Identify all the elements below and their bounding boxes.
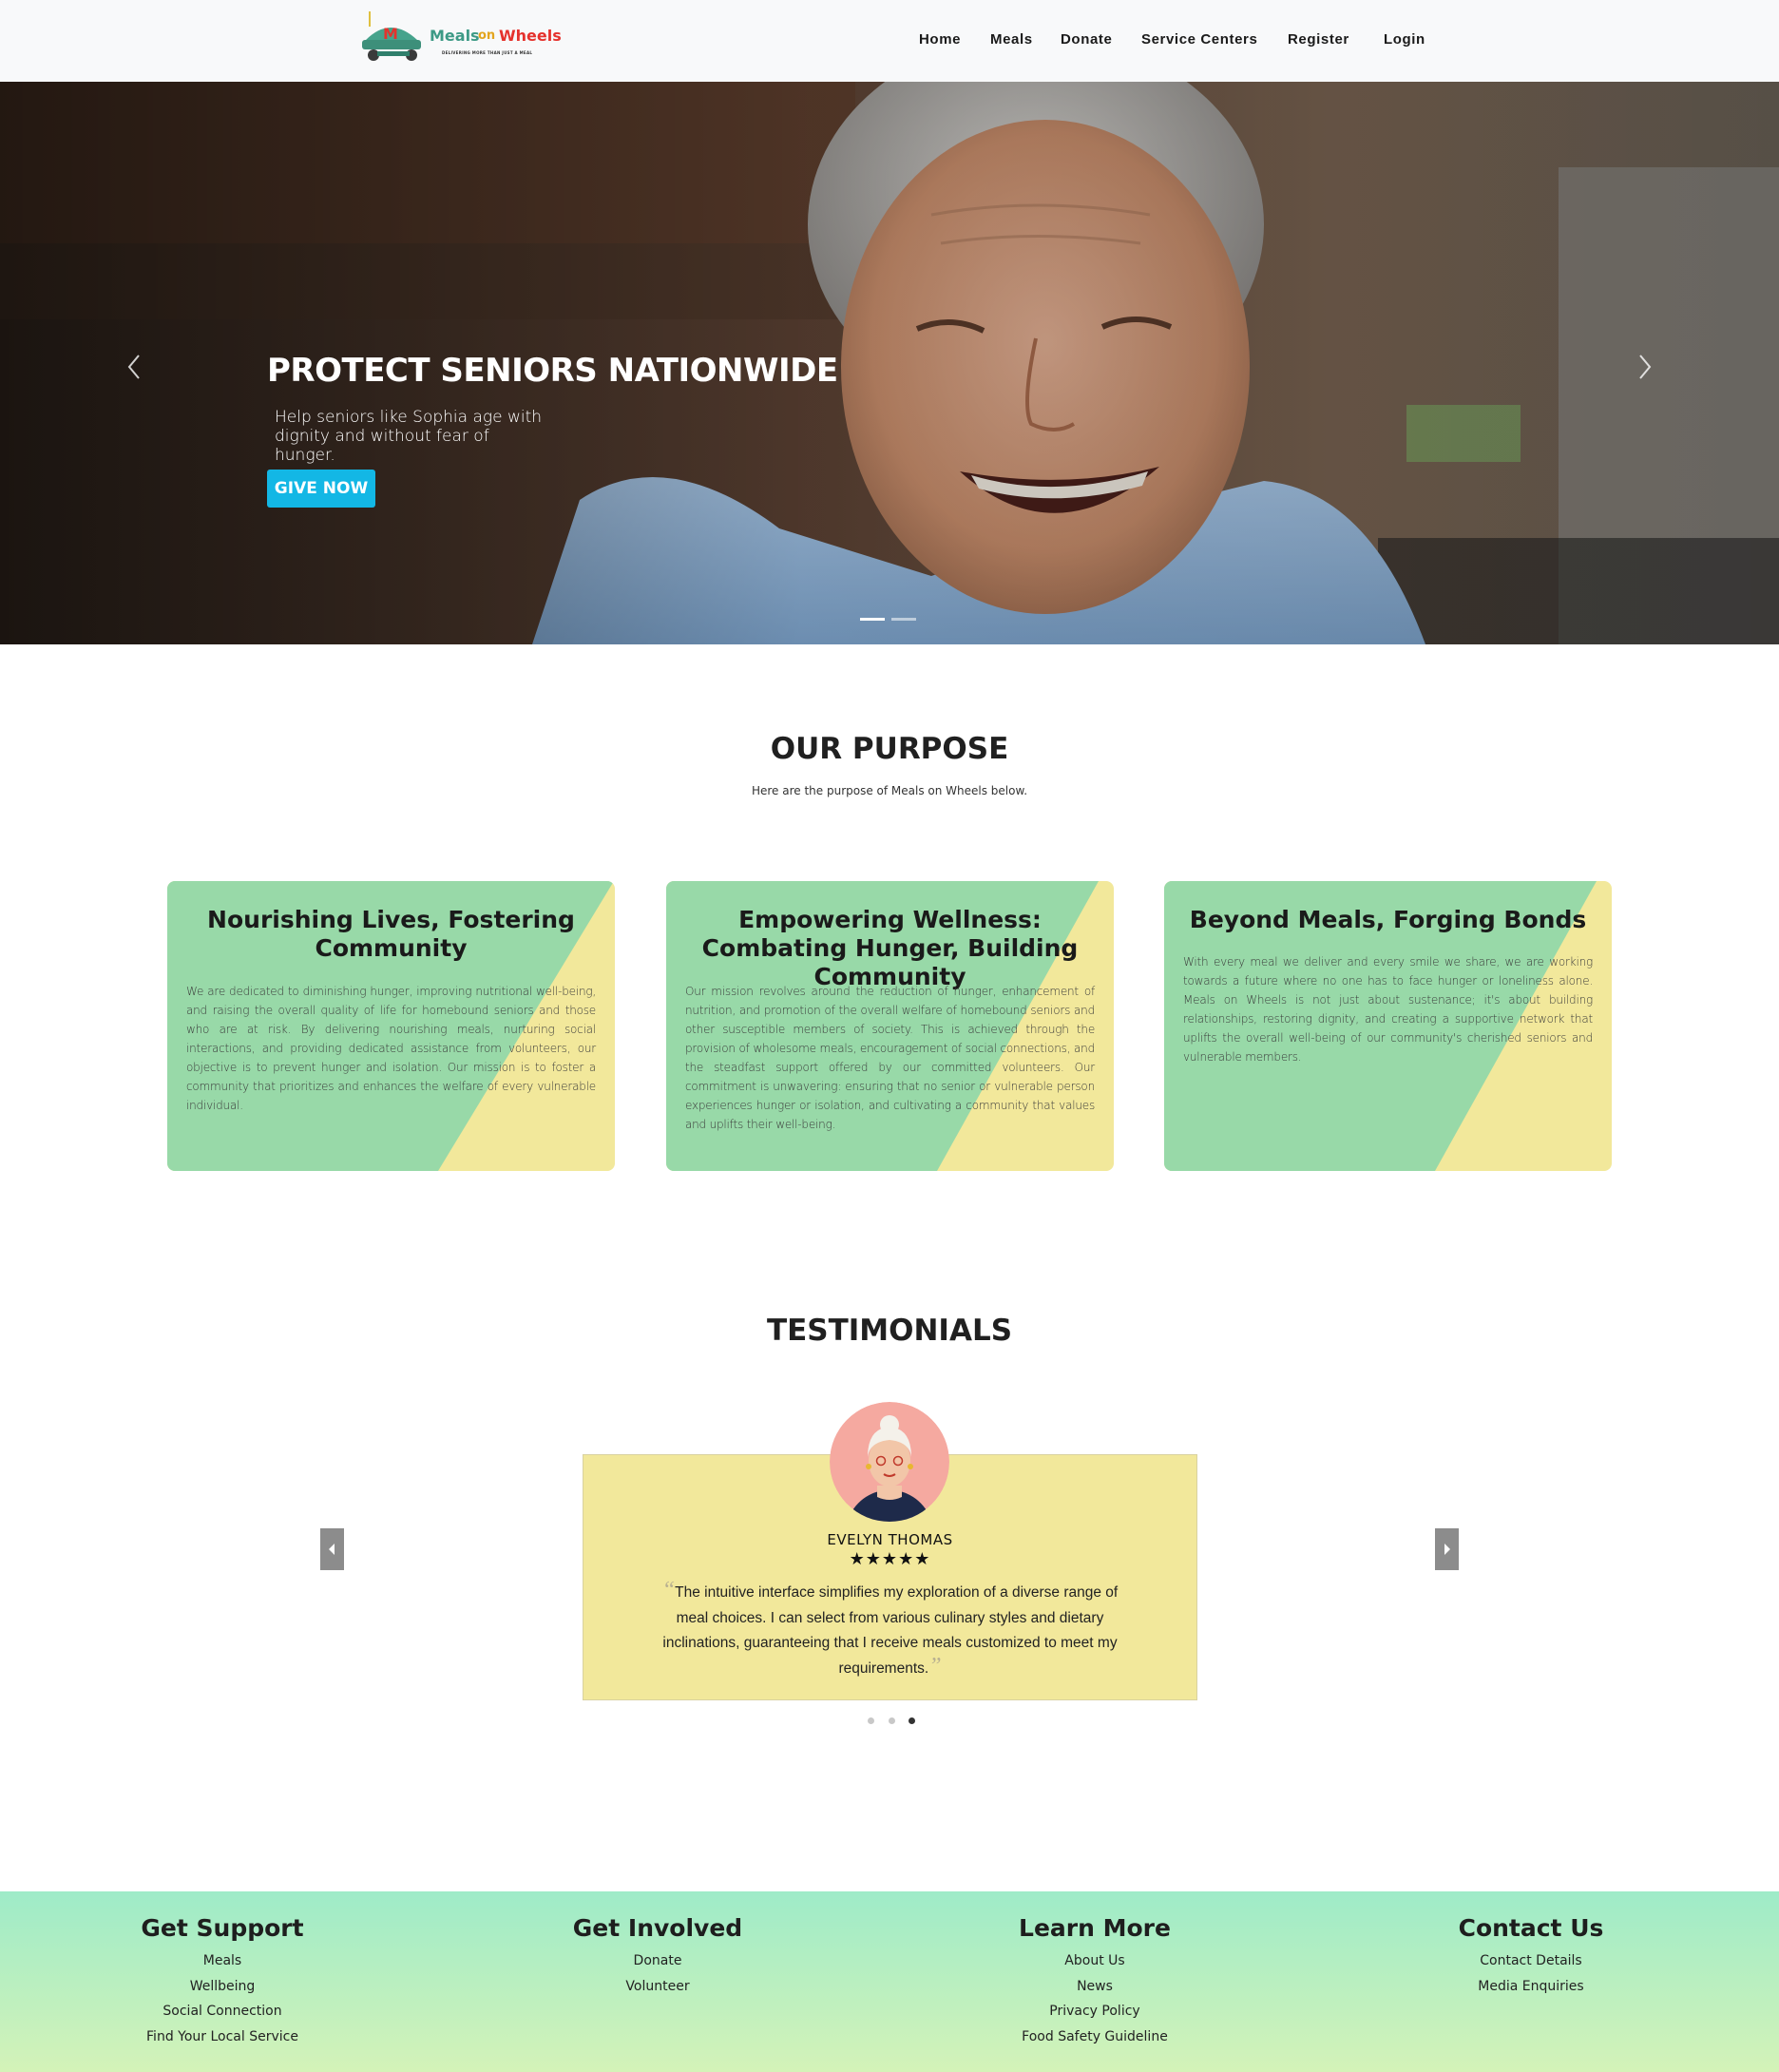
open-quote-icon: “ — [661, 1578, 676, 1602]
footer-link-privacy-policy[interactable]: Privacy Policy — [933, 1999, 1256, 2024]
purpose-card-title: Empowering Wellness: Combating Hunger, B… — [701, 906, 1079, 990]
brand-logo[interactable]: M Meals on Wheels DELIVERING MORE THAN J… — [358, 10, 562, 68]
caret-left-icon — [329, 1544, 335, 1555]
navbar: M Meals on Wheels DELIVERING MORE THAN J… — [0, 0, 1779, 82]
footer-heading: Contact Us — [1458, 1914, 1604, 1942]
footer-col-contact-us: Contact Us Contact Details Media Enquiri… — [1369, 1891, 1693, 1999]
brand-name-part3: Wheels — [499, 27, 562, 45]
purpose-subtitle: Here are the purpose of Meals on Wheels … — [751, 784, 1028, 797]
footer-heading: Get Support — [141, 1914, 304, 1942]
hero-subtitle: Help seniors like Sophia age with dignit… — [275, 408, 543, 465]
nav-home[interactable]: Home — [919, 31, 961, 48]
footer-link-donate[interactable]: Donate — [496, 1948, 819, 1974]
hero-carousel: PROTECT SENIORS NATIONWIDE Help seniors … — [0, 82, 1779, 644]
give-now-button[interactable]: GIVE NOW — [267, 470, 375, 508]
hero-indicator-1[interactable] — [860, 618, 885, 621]
nav-donate[interactable]: Donate — [1061, 31, 1112, 48]
hero-next-arrow-icon[interactable] — [1631, 348, 1659, 386]
footer-link-social-connection[interactable]: Social Connection — [61, 1999, 384, 2024]
testimonial-dot-1[interactable] — [868, 1717, 874, 1724]
testimonial-quote: “The intuitive interface simplifies my e… — [656, 1578, 1124, 1681]
testimonial-next-button[interactable] — [1435, 1528, 1459, 1570]
footer-heading: Get Involved — [572, 1914, 743, 1942]
brand-name-part2: on — [478, 29, 496, 43]
nav-meals[interactable]: Meals — [990, 31, 1033, 48]
purpose-card-title: Nourishing Lives, Fostering Community — [207, 906, 575, 962]
footer-link-wellbeing[interactable]: Wellbeing — [61, 1974, 384, 2000]
footer-link-food-safety[interactable]: Food Safety Guideline — [933, 2024, 1256, 2050]
avatar-elderly-woman-icon — [830, 1402, 949, 1522]
caret-right-icon — [1444, 1544, 1450, 1555]
hero-indicator-2[interactable] — [891, 618, 916, 621]
purpose-card-title: Beyond Meals, Forging Bonds — [1189, 906, 1587, 933]
testimonial-avatar — [830, 1402, 949, 1522]
testimonials-title: TESTIMONIALS — [766, 1314, 1013, 1348]
hero-title: PROTECT SENIORS NATIONWIDE — [267, 352, 838, 390]
purpose-title: OUR PURPOSE — [770, 732, 1009, 766]
nav-register[interactable]: Register — [1288, 31, 1349, 48]
nav-login[interactable]: Login — [1384, 31, 1425, 48]
footer-link-volunteer[interactable]: Volunteer — [496, 1974, 819, 2000]
footer-link-meals[interactable]: Meals — [61, 1948, 384, 1974]
footer-col-get-support: Get Support Meals Wellbeing Social Conne… — [61, 1891, 384, 2049]
footer-link-contact-details[interactable]: Contact Details — [1369, 1948, 1693, 1974]
purpose-card-text: With every meal we deliver and every smi… — [1183, 955, 1593, 1064]
purpose-card-3: Beyond Meals, Forging Bonds With every m… — [1164, 881, 1612, 1171]
purpose-card-text: We are dedicated to diminishing hunger, … — [186, 985, 596, 1112]
footer-link-news[interactable]: News — [933, 1974, 1256, 2000]
footer: Get Support Meals Wellbeing Social Conne… — [0, 1891, 1779, 2072]
purpose-card-2: Empowering Wellness: Combating Hunger, B… — [666, 881, 1114, 1171]
testimonial-prev-button[interactable] — [320, 1528, 344, 1570]
star-rating-icon: ★★★★★ — [849, 1549, 931, 1569]
footer-link-find-local-service[interactable]: Find Your Local Service — [61, 2024, 384, 2050]
footer-link-media-enquiries[interactable]: Media Enquiries — [1369, 1974, 1693, 2000]
footer-link-about-us[interactable]: About Us — [933, 1948, 1256, 1974]
svg-text:M: M — [383, 25, 398, 43]
close-quote-icon: ” — [928, 1653, 942, 1679]
brand-tagline: DELIVERING MORE THAN JUST A MEAL — [442, 50, 533, 55]
testimonial-dot-3[interactable] — [909, 1717, 915, 1724]
footer-col-learn-more: Learn More About Us News Privacy Policy … — [933, 1891, 1256, 2049]
hero-prev-arrow-icon[interactable] — [120, 348, 148, 386]
brand-name-part1: Meals — [430, 27, 480, 45]
footer-col-get-involved: Get Involved Donate Volunteer — [496, 1891, 819, 1999]
purpose-card-text: Our mission revolves around the reductio… — [685, 985, 1095, 1131]
testimonial-name: EVELYN THOMAS — [827, 1531, 953, 1548]
nav-service-centers[interactable]: Service Centers — [1141, 31, 1257, 48]
testimonial-dot-2[interactable] — [889, 1717, 895, 1724]
footer-heading: Learn More — [1019, 1914, 1171, 1942]
testimonial-quote-text: The intuitive interface simplifies my ex… — [662, 1584, 1119, 1677]
purpose-card-1: Nourishing Lives, Fostering Community We… — [167, 881, 615, 1171]
